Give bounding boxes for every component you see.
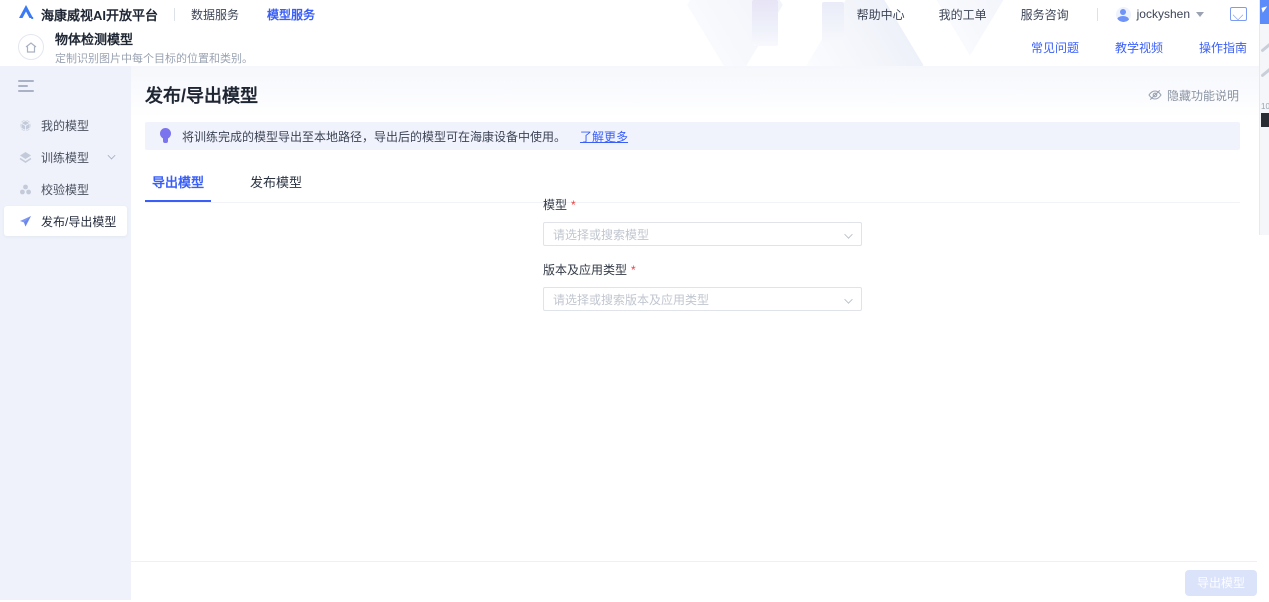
tab-publish-model[interactable]: 发布模型 <box>243 164 309 202</box>
nav-item-model-service[interactable]: 模型服务 <box>267 6 315 23</box>
required-mark: * <box>631 263 636 277</box>
clipped-side-toolbar: 10 <box>1259 0 1269 235</box>
tutorial-video-link[interactable]: 教学视频 <box>1115 39 1163 56</box>
export-form: 模型 * 请选择或搜索模型 版本及应用类型 * 请选择或搜索版本及应用类型 <box>543 196 862 326</box>
sidebar-item-label: 发布/导出模型 <box>41 213 116 230</box>
model-heading: 物体检测模型 定制识别图片中每个目标的位置和类别。 <box>55 29 253 66</box>
paper-plane-icon <box>18 214 32 228</box>
user-avatar[interactable] <box>1116 7 1131 22</box>
layers-icon <box>18 150 32 164</box>
chevron-down-icon[interactable] <box>1196 12 1204 17</box>
hide-help-label: 隐藏功能说明 <box>1167 87 1239 104</box>
version-type-select-placeholder: 请选择或搜索版本及应用类型 <box>553 291 709 308</box>
lightbulb-icon <box>159 128 172 144</box>
banner-text: 将训练完成的模型导出至本地路径，导出后的模型可在海康设备中使用。 <box>182 128 566 145</box>
brand-name: 海康威视AI开放平台 <box>41 5 158 24</box>
sidebar-item-label: 训练模型 <box>41 149 89 166</box>
hide-help-toggle[interactable]: 隐藏功能说明 <box>1148 87 1239 104</box>
color-swatch[interactable] <box>1261 113 1269 127</box>
service-consult-link[interactable]: 服务咨询 <box>1021 6 1069 23</box>
chevron-down-icon <box>844 230 852 238</box>
footer-bar: 导出模型 <box>131 561 1257 602</box>
cluster-icon <box>18 182 32 196</box>
field-label-text: 模型 <box>543 198 567 212</box>
model-field: 模型 * 请选择或搜索模型 <box>543 196 862 246</box>
page-header: 物体检测模型 定制识别图片中每个目标的位置和类别。 常见问题 教学视频 操作指南 <box>0 28 1269 66</box>
chevron-down-icon <box>844 295 852 303</box>
sidebar-item-publish-export[interactable]: 发布/导出模型 <box>4 206 127 236</box>
mail-icon[interactable] <box>1230 7 1247 21</box>
brand-logo-icon <box>18 5 34 24</box>
my-tickets-link[interactable]: 我的工单 <box>939 6 987 23</box>
topnav-right: 帮助中心 我的工单 服务咨询 jockyshen <box>823 6 1247 23</box>
version-type-field: 版本及应用类型 * 请选择或搜索版本及应用类型 <box>543 261 862 311</box>
tab-export-model[interactable]: 导出模型 <box>145 164 211 202</box>
username[interactable]: jockyshen <box>1137 7 1190 21</box>
version-type-select[interactable]: 请选择或搜索版本及应用类型 <box>543 287 862 311</box>
model-select[interactable]: 请选择或搜索模型 <box>543 222 862 246</box>
main-header: 发布/导出模型 隐藏功能说明 <box>131 66 1269 108</box>
version-type-field-label: 版本及应用类型 * <box>543 261 862 278</box>
model-select-placeholder: 请选择或搜索模型 <box>553 226 649 243</box>
divider <box>1097 8 1098 21</box>
sidebar-item-my-models[interactable]: 我的模型 <box>4 110 127 140</box>
sidebar-item-train-models[interactable]: 训练模型 <box>4 142 127 172</box>
export-model-button[interactable]: 导出模型 <box>1185 570 1257 596</box>
help-center-link[interactable]: 帮助中心 <box>857 6 905 23</box>
operation-guide-link[interactable]: 操作指南 <box>1199 39 1247 56</box>
pencil-icon[interactable] <box>1260 42 1269 52</box>
info-banner: 将训练完成的模型导出至本地路径，导出后的模型可在海康设备中使用。 了解更多 <box>145 122 1240 150</box>
cube-icon <box>18 118 32 132</box>
sidebar-collapse-icon[interactable] <box>18 80 34 92</box>
page-title: 发布/导出模型 <box>145 82 258 108</box>
cursor-tool-icon[interactable] <box>1260 0 1269 24</box>
main-content: 发布/导出模型 隐藏功能说明 将训练完成的模型导出至本地路径，导出后的模型可在海… <box>131 66 1269 602</box>
divider <box>174 8 175 21</box>
model-subtitle: 定制识别图片中每个目标的位置和类别。 <box>55 50 253 66</box>
home-icon[interactable] <box>18 34 44 60</box>
model-field-label: 模型 * <box>543 196 862 213</box>
brand[interactable]: 海康威视AI开放平台 <box>18 5 158 24</box>
toolbar-number-label: 10 <box>1261 102 1269 111</box>
field-label-text: 版本及应用类型 <box>543 263 627 277</box>
page-header-links: 常见问题 教学视频 操作指南 <box>995 39 1247 56</box>
top-navbar: 海康威视AI开放平台 数据服务 模型服务 帮助中心 我的工单 服务咨询 jock… <box>0 0 1269 28</box>
eye-off-icon <box>1148 89 1162 101</box>
chevron-down-icon[interactable] <box>108 152 116 160</box>
sidebar: 我的模型 训练模型 校验模型 发布/导出模型 <box>0 66 131 600</box>
model-title: 物体检测模型 <box>55 29 253 48</box>
sidebar-item-verify-models[interactable]: 校验模型 <box>4 174 127 204</box>
learn-more-link[interactable]: 了解更多 <box>580 128 628 145</box>
nav-item-data-service[interactable]: 数据服务 <box>191 6 239 23</box>
app-window: 海康威视AI开放平台 数据服务 模型服务 帮助中心 我的工单 服务咨询 jock… <box>0 0 1269 602</box>
faq-link[interactable]: 常见问题 <box>1031 39 1079 56</box>
pencil-icon[interactable] <box>1260 67 1269 77</box>
app-body: 我的模型 训练模型 校验模型 发布/导出模型 <box>0 66 1269 602</box>
sidebar-item-label: 我的模型 <box>41 117 89 134</box>
required-mark: * <box>571 198 576 212</box>
sidebar-item-label: 校验模型 <box>41 181 89 198</box>
